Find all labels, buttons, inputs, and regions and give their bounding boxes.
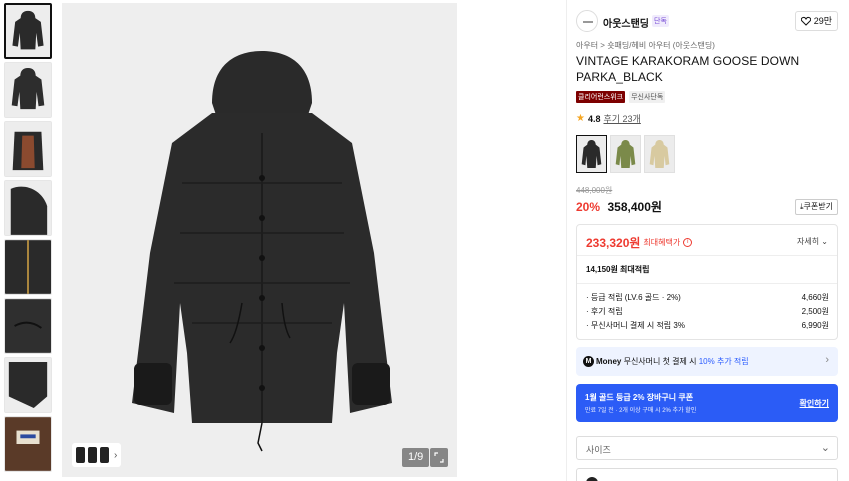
like-count: 29만 — [813, 16, 832, 26]
benefit-head: 233,320원 최대혜택가 i — [586, 234, 693, 251]
gallery-mini-strip[interactable]: › — [72, 443, 122, 467]
earn-label: · 후기 적립 — [586, 307, 623, 316]
chevron-down-icon: ⌄ — [820, 442, 830, 454]
swatch-beige[interactable] — [644, 135, 675, 173]
money-text: Money 무신사머니 첫 결제 시 10% 추가 적립 — [596, 356, 749, 367]
jacket-image — [62, 3, 457, 477]
coupon-button[interactable]: ⤓쿠폰받기 — [795, 199, 838, 215]
money-logo-icon: M — [583, 356, 594, 367]
main-product-image[interactable]: › 1/9 — [62, 3, 457, 477]
thumbnail-2[interactable] — [4, 62, 52, 118]
thumbnail-4[interactable] — [4, 180, 52, 236]
info-icon[interactable]: i — [683, 238, 693, 247]
earn-row: · 후기 적립 2,500원 — [586, 305, 829, 319]
thumbnail-3[interactable] — [4, 121, 52, 177]
money-desc: 무신사머니 첫 결제 시 — [623, 357, 697, 366]
product-title: VINTAGE KARAKORAM GOOSE DOWN PARKA_BLACK — [576, 54, 800, 84]
max-benefit-label: 최대혜택가 — [643, 238, 681, 247]
avatar — [586, 477, 598, 481]
tag-list: 클리어런스위크 무신사단독 — [576, 91, 666, 103]
earn-row: · 무신사머니 결제 시 적립 3% 6,990원 — [586, 319, 829, 333]
max-benefit-price: 233,320원 — [586, 236, 641, 250]
star-icon: ★ — [576, 113, 585, 124]
expand-button[interactable] — [430, 448, 448, 467]
thumbnail-8[interactable] — [4, 416, 52, 472]
size-placeholder: 사이즈 — [586, 445, 611, 455]
review-link[interactable]: 후기 23개 — [603, 112, 640, 125]
clearance-tag: 클리어런스위크 — [576, 91, 626, 103]
thumbnail-6[interactable] — [4, 298, 52, 354]
earn-amount: 2,500원 — [801, 307, 829, 316]
max-earn: 14,150원 최대적립 — [586, 265, 650, 274]
earn-amount: 4,660원 — [801, 293, 829, 302]
earn-list: · 등급 적립 (LV.6 골드 · 2%) 4,660원 · 후기 적립 2,… — [586, 291, 829, 333]
discount-rate: 20% — [576, 200, 601, 214]
rating-score: 4.8 — [587, 113, 601, 124]
chevron-right-icon: › — [825, 354, 829, 366]
thumbnail-1[interactable] — [4, 3, 52, 59]
benefit-detail-toggle[interactable]: 자세히 ⌄ — [797, 236, 828, 247]
brand-row: 아웃스탠딩 단독 29만 — [576, 10, 838, 34]
coupon-subtitle: 만료 7일 전 · 2개 이상 구매 시 2% 추가 할인 — [585, 408, 697, 414]
thumbnail-7[interactable] — [4, 357, 52, 413]
chevron-right-icon: › — [114, 449, 118, 461]
like-button[interactable]: 29만 — [794, 11, 838, 31]
rating: ★ 4.8 후기 23개 — [576, 112, 641, 125]
cart-coupon-banner[interactable]: 1월 골드 등급 2% 장바구니 쿠폰 만료 7일 전 · 2개 이상 구매 시… — [576, 384, 838, 422]
money-brand: Money — [596, 357, 622, 366]
detail-label: 자세히 — [796, 237, 820, 246]
swatch-olive[interactable] — [610, 135, 641, 173]
brand-logo[interactable] — [576, 10, 598, 32]
product-info-panel: 아웃스탠딩 단독 29만 아우터 > 숏패딩/헤비 아우터 (아웃스탠딩) VI… — [566, 0, 849, 481]
color-swatches — [576, 135, 675, 173]
exclusive-badge: 단독 — [652, 15, 669, 27]
mini-thumb-icon — [100, 447, 109, 463]
exclusive-tag: 무신사단독 — [629, 91, 666, 103]
thumbnail-5[interactable] — [4, 239, 52, 295]
heart-icon — [800, 16, 811, 26]
coupon-title: 1월 골드 등급 2% 장바구니 쿠폰 — [585, 393, 694, 402]
original-price: 448,000원 — [576, 186, 613, 195]
breadcrumb[interactable]: 아우터 > 숏패딩/헤비 아우터 (아웃스탠딩) — [576, 40, 715, 51]
benefit-box: 233,320원 최대혜택가 i 자세히 ⌄ 14,150원 최대적립 · 등급… — [576, 224, 838, 340]
coupon-confirm-link[interactable]: 확인하기 — [800, 398, 829, 409]
image-counter: 1/9 — [402, 448, 430, 467]
divider — [577, 255, 837, 256]
expand-icon — [434, 452, 444, 463]
size-select[interactable]: 사이즈 ⌄ — [576, 436, 838, 460]
price-row: 20% 358,400원 ⤓쿠폰받기 — [576, 198, 838, 216]
earn-row: · 등급 적립 (LV.6 골드 · 2%) 4,660원 — [586, 291, 829, 305]
earn-label: · 무신사머니 결제 시 적립 3% — [586, 321, 685, 330]
thumbnail-list — [4, 3, 54, 475]
money-highlight: 10% 추가 적립 — [698, 357, 749, 366]
swatch-black[interactable] — [576, 135, 607, 173]
musinsa-money-banner[interactable]: M Money 무신사머니 첫 결제 시 10% 추가 적립 › — [576, 347, 838, 376]
coupon-button-label: 쿠폰받기 — [803, 202, 833, 211]
mini-thumb-icon — [76, 447, 85, 463]
chevron-down-icon: ⌄ — [821, 237, 828, 246]
earn-amount: 6,990원 — [801, 321, 829, 330]
sale-price: 358,400원 — [607, 200, 662, 214]
next-section — [576, 468, 838, 481]
mini-thumb-icon — [88, 447, 97, 463]
brand-name[interactable]: 아웃스탠딩 — [603, 15, 649, 30]
earn-label: · 등급 적립 (LV.6 골드 · 2%) — [586, 293, 681, 302]
divider — [577, 283, 837, 284]
